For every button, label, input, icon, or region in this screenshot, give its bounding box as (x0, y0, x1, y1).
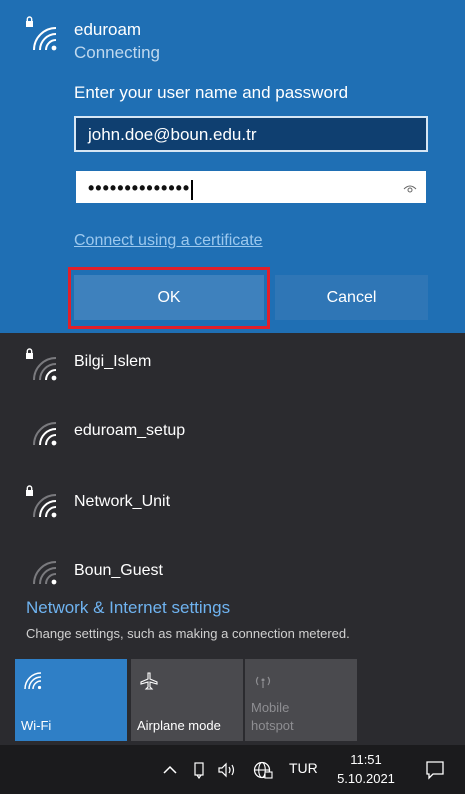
tile-label: Airplane mode (137, 718, 221, 733)
reveal-password-icon[interactable] (403, 181, 417, 195)
text-caret (191, 179, 194, 200)
network-item[interactable]: Bilgi_Islem (0, 338, 465, 388)
connection-status: Connecting (74, 43, 161, 62)
wifi-icon (24, 672, 42, 690)
connect-certificate-link[interactable]: Connect using a certificate (74, 232, 263, 250)
input-language[interactable]: TUR (289, 760, 318, 776)
password-mask: •••••••••••••• (88, 178, 191, 198)
show-hidden-icons-icon[interactable] (161, 761, 179, 779)
cancel-button[interactable]: Cancel (275, 275, 428, 320)
wifi-signal-icon (33, 494, 57, 518)
wifi-icon (33, 27, 57, 51)
wifi-signal-icon (33, 357, 57, 381)
wifi-signal-icon (33, 422, 57, 446)
hotspot-icon (255, 676, 271, 688)
airplane-icon (140, 672, 158, 690)
network-item[interactable]: Network_Unit (0, 475, 465, 525)
taskbar: TUR 11:51 5.10.2021 (0, 745, 465, 794)
password-field[interactable]: •••••••••••••• (74, 169, 428, 205)
network-item[interactable]: eduroam_setup (0, 409, 465, 459)
mobile-hotspot-toggle[interactable]: Mobile hotspot (245, 659, 357, 741)
action-center-icon[interactable] (425, 760, 445, 780)
network-name: eduroam_setup (74, 422, 186, 439)
network-name: Bilgi_Islem (74, 353, 152, 370)
network-name: Boun_Guest (74, 562, 163, 579)
tile-label: Wi-Fi (21, 718, 52, 733)
username-field[interactable]: john.doe@boun.edu.tr (74, 116, 428, 152)
clock-date[interactable]: 5.10.2021 (333, 771, 399, 786)
highlight-box (68, 267, 270, 329)
wifi-toggle[interactable]: Wi-Fi (15, 659, 127, 741)
network-settings-description: Change settings, such as making a connec… (26, 626, 350, 641)
network-name: eduroam (74, 20, 142, 39)
network-name: Network_Unit (74, 493, 171, 510)
speaker-icon[interactable] (216, 761, 240, 779)
username-value: john.doe@boun.edu.tr (88, 125, 257, 144)
network-globe-icon[interactable] (252, 759, 274, 781)
clock-time[interactable]: 11:51 (346, 752, 386, 767)
airplane-mode-toggle[interactable]: Airplane mode (131, 659, 243, 741)
network-item[interactable]: Boun_Guest (0, 548, 465, 598)
wifi-signal-icon (33, 561, 57, 585)
tile-label: Mobile hotspot (251, 700, 294, 733)
credentials-prompt: Enter your user name and password (74, 83, 349, 102)
active-network-panel: eduroam Connecting Enter your user name … (0, 0, 465, 333)
network-settings-link[interactable]: Network & Internet settings (26, 598, 230, 618)
pen-icon[interactable] (190, 761, 208, 779)
